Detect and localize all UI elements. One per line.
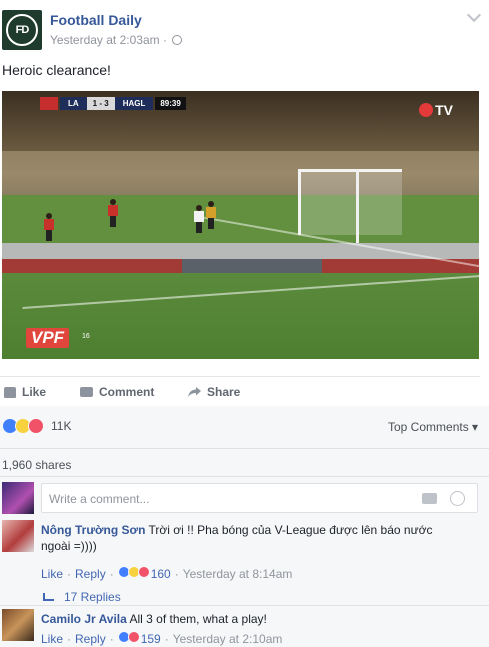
goalkeeper — [206, 201, 216, 229]
view-replies-link[interactable]: 17 Replies — [43, 590, 121, 604]
comment-body: Nông Trường Sơn Trời ơi !! Pha bóng của … — [41, 522, 461, 554]
chevron-down-icon[interactable] — [466, 7, 482, 23]
feedback-section: 11K Top Comments ▾ 1,960 shares Write a … — [0, 406, 489, 647]
love-reaction-icon — [127, 631, 140, 643]
score-bug: LA 1 - 3 HAGL 89:39 — [40, 96, 186, 110]
camera-icon[interactable] — [422, 493, 437, 504]
match-clock: 89:39 — [155, 96, 186, 110]
post-text: Heroic clearance! — [2, 62, 111, 78]
commenter-avatar[interactable] — [2, 609, 34, 641]
share-button[interactable]: Share — [188, 385, 240, 399]
post-header: FD Football Daily Yesterday at 2:03am · — [0, 0, 489, 56]
reaction-summary[interactable]: 11K — [2, 418, 71, 434]
separator-dot: · — [162, 33, 171, 47]
page-name[interactable]: Football Daily — [50, 12, 142, 28]
score: 1 - 3 — [86, 96, 115, 110]
comment-sort-dropdown[interactable]: Top Comments ▾ — [388, 420, 478, 434]
reaction-count: 11K — [51, 419, 72, 433]
player — [44, 213, 54, 241]
divider — [0, 448, 489, 449]
love-reaction-icon — [28, 418, 44, 434]
comment-time[interactable]: Yesterday at 8:14am — [183, 567, 293, 581]
player — [194, 205, 204, 233]
post-action-bar: Like Comment Share — [0, 376, 480, 406]
broadcaster-dot-icon — [419, 103, 434, 117]
comment-reactions[interactable]: 159 — [117, 631, 161, 646]
page-avatar[interactable]: FD — [2, 10, 42, 50]
home-team: LA — [60, 96, 87, 110]
ad-boards-upper — [2, 243, 479, 259]
comment-reaction-count: 159 — [140, 632, 161, 646]
comment-reactions[interactable]: 160 — [117, 566, 171, 581]
comment-author[interactable]: Camilo Jr Avila — [41, 612, 127, 626]
league-logo-sub: 16 — [82, 333, 90, 340]
commenter-avatar[interactable] — [2, 520, 34, 552]
viewer-avatar[interactable] — [2, 482, 34, 514]
comment-sort-label: Top Comments — [388, 420, 469, 434]
comment-text: All 3 of them, what a play! — [129, 612, 267, 626]
broadcaster-logo: TV — [419, 102, 453, 118]
comment-reply-link[interactable]: Reply — [75, 567, 106, 581]
league-crest-icon — [40, 96, 58, 110]
league-logo: VPF — [26, 328, 70, 348]
comment-reaction-count: 160 — [150, 567, 171, 581]
broadcaster-logo-text: TV — [435, 102, 453, 118]
comment-like-link[interactable]: Like — [41, 632, 63, 646]
post-timestamp[interactable]: Yesterday at 2:03am — [50, 33, 160, 47]
comment-author[interactable]: Nông Trường Sơn — [41, 523, 145, 537]
love-reaction-icon — [137, 566, 150, 578]
goal-post — [356, 169, 359, 243]
comment-time[interactable]: Yesterday at 2:10am — [173, 632, 283, 646]
comment-meta: Like · Reply · 160 · Yesterday at 8:14am — [41, 566, 293, 581]
comment-meta: Like · Reply · 159 · Yesterday at 2:10am — [41, 631, 283, 646]
player — [108, 199, 118, 227]
comment-button[interactable]: Comment — [80, 385, 154, 399]
emoji-icon[interactable] — [450, 491, 465, 506]
shares-count[interactable]: 1,960 shares — [2, 458, 71, 472]
post-timestamp-row: Yesterday at 2:03am · — [50, 33, 183, 47]
reply-arrow-icon — [43, 593, 54, 601]
like-button[interactable]: Like — [4, 385, 46, 399]
pitch-near — [2, 273, 479, 359]
comment-input-placeholder: Write a comment... — [49, 492, 150, 506]
comment-label: Comment — [99, 385, 155, 399]
speech-bubble-icon — [80, 387, 93, 397]
comment-input[interactable]: Write a comment... — [41, 483, 478, 513]
caret-down-icon: ▾ — [472, 420, 479, 434]
replies-label: 17 Replies — [64, 590, 121, 604]
comment-reply-link[interactable]: Reply — [75, 632, 106, 646]
page-avatar-initials: FD — [6, 14, 38, 46]
globe-icon[interactable] — [172, 35, 183, 45]
away-team: HAGL — [114, 96, 154, 110]
ad-boards-center — [182, 259, 322, 273]
divider — [0, 476, 489, 477]
thumbs-up-icon — [4, 386, 16, 398]
divider — [0, 605, 489, 606]
like-label: Like — [22, 385, 47, 399]
comment-like-link[interactable]: Like — [41, 567, 63, 581]
goal-net — [298, 169, 402, 235]
video-player[interactable]: LA 1 - 3 HAGL 89:39 TV VPF 16 — [2, 91, 479, 359]
share-label: Share — [207, 385, 241, 399]
comment-body: Camilo Jr Avila All 3 of them, what a pl… — [41, 611, 461, 627]
share-arrow-icon — [188, 387, 201, 397]
